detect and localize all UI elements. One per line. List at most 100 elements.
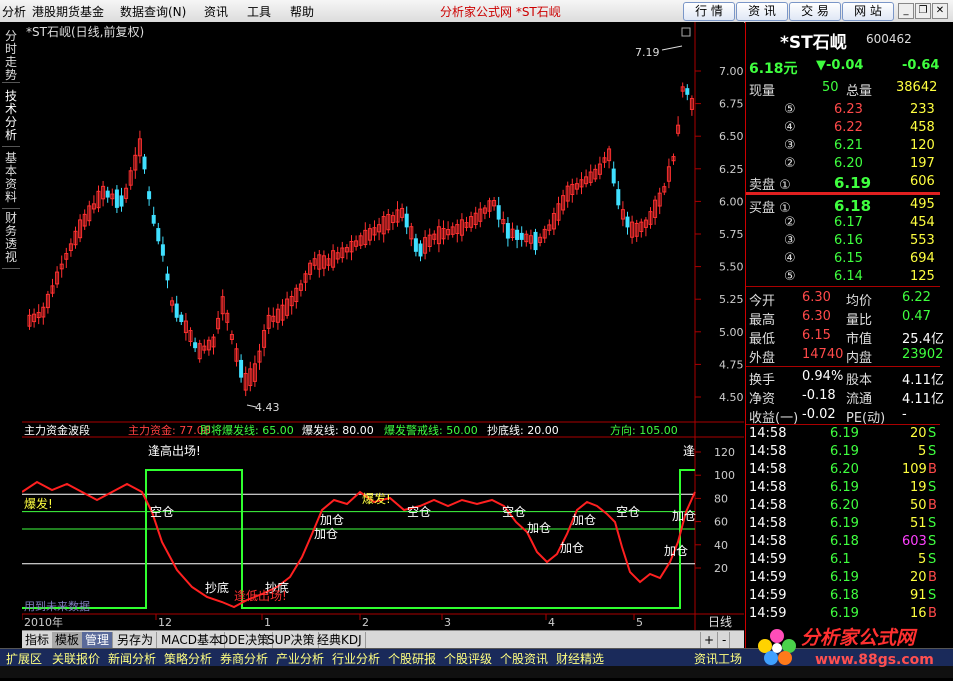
sell-row: ③ 6.21 120 (746, 138, 940, 156)
candle-body (193, 342, 198, 349)
sell-level-label: ③ (784, 138, 796, 153)
link-news-analysis[interactable]: 新闻分析 (108, 650, 156, 667)
link-sector[interactable]: 行业分析 (332, 650, 380, 667)
tab-sup[interactable]: SUP决策 (264, 632, 319, 648)
buy-price: 6.16 (834, 233, 863, 248)
sell-level-label: 卖盘 ① (749, 178, 791, 193)
stat2-value: 4.11亿 (902, 373, 944, 388)
stat-label: 量比 (846, 313, 873, 328)
link-finance-picks[interactable]: 财经精选 (556, 650, 604, 667)
buy-row: ③ 6.16 553 (746, 233, 940, 251)
stat2-row: 换手 0.94% 股本 4.11亿 (746, 369, 944, 388)
date-tick-label: 12 (158, 616, 172, 629)
candle-body (515, 229, 520, 240)
menu-item-help[interactable]: 帮助 (290, 3, 314, 20)
stock-code: 600462 (866, 32, 912, 46)
sell-level-label: ⑤ (784, 102, 796, 117)
zoom-in-button[interactable]: + (700, 632, 719, 648)
stat2-value: - (902, 407, 907, 422)
kline-chart[interactable]: 7.00 6.75 6.50 6.25 6.00 5.75 5.50 5.25 5.00 4.75… (21, 22, 744, 630)
minimize-icon[interactable]: _ (898, 3, 914, 19)
link-stock-news[interactable]: 个股资讯 (500, 650, 548, 667)
candle-body (616, 189, 621, 206)
quote-button[interactable]: 行 情 (683, 2, 735, 21)
tick-row: 14:59 6.18 91 S (746, 588, 940, 606)
window-title: 分析家公式网 *ST石岘 (440, 5, 561, 19)
tick-price: 6.18 (830, 588, 859, 603)
buy-volume: 454 (910, 215, 935, 230)
menu-item-analysis[interactable]: 分析 (2, 3, 26, 20)
menu-item-news[interactable]: 资讯 (204, 3, 228, 20)
link-extension[interactable]: 扩展区 (6, 650, 42, 667)
link-strategy[interactable]: 策略分析 (164, 650, 212, 667)
link-info-workshop[interactable]: 资讯工场 (694, 650, 742, 667)
buy-level-label: ④ (784, 251, 796, 266)
tab-financials[interactable]: 财务透视 (2, 212, 20, 269)
flower-logo-icon (758, 629, 796, 665)
tick-volume: 19 (910, 480, 927, 495)
book-divider (746, 192, 940, 195)
zoom-out-button[interactable]: - (719, 632, 731, 648)
sell-price: 6.23 (834, 102, 863, 117)
sell-volume: 233 (910, 102, 935, 117)
kline-chart-area[interactable]: 7.00 6.75 6.50 6.25 6.00 5.75 5.50 5.25 5.00 4.75… (21, 22, 744, 630)
stat-label: 市值 (846, 332, 873, 347)
menu-item-tools[interactable]: 工具 (247, 3, 271, 20)
news-button[interactable]: 资 讯 (736, 2, 788, 21)
chart-title: *ST石岘(日线,前复权) (26, 24, 144, 39)
tick-volume: 5 (918, 552, 927, 567)
tick-row: 14:58 6.18 603 S (746, 534, 940, 552)
link-industry-chain[interactable]: 产业分析 (276, 650, 324, 667)
tab-manage[interactable]: 管理 (82, 632, 114, 648)
buy-row: ⑤ 6.14 125 (746, 269, 940, 287)
tick-volume: 50 (910, 498, 927, 513)
tick-time: 14:59 (749, 588, 787, 603)
candle-body (160, 244, 165, 256)
link-research[interactable]: 个股研报 (388, 650, 436, 667)
sell-row: ⑤ 6.23 233 (746, 102, 940, 120)
sell-volume: 458 (910, 120, 935, 135)
website-button[interactable]: 网 站 (842, 2, 894, 21)
candle-body (404, 213, 409, 228)
link-rating[interactable]: 个股评级 (444, 650, 492, 667)
tab-save-as[interactable]: 另存为 (114, 632, 158, 648)
tab-kdj[interactable]: 经典KDJ (314, 632, 366, 648)
logo-url: www.88gs.com (815, 652, 934, 668)
stat2-label: 净资 (749, 392, 776, 407)
candle-body (611, 168, 616, 184)
candle-body (105, 190, 110, 198)
buy-volume: 553 (910, 233, 935, 248)
annotation-add-5: 加仓 (572, 513, 596, 527)
link-broker[interactable]: 券商分析 (220, 650, 268, 667)
tab-intraday[interactable]: 分时走势 (2, 30, 20, 83)
stat-value: 25.4亿 (902, 332, 944, 347)
price-tick-label: 4.50 (719, 391, 744, 404)
annotation-add-3: 加仓 (527, 521, 551, 535)
tab-fundamentals[interactable]: 基本资料 (2, 152, 20, 209)
tab-template[interactable]: 模板 (52, 632, 84, 648)
price-tick-label: 6.25 (719, 163, 744, 176)
menu-item-data-query[interactable]: 数据查询(N) (120, 3, 186, 20)
tab-technical[interactable]: 技术分析 (2, 90, 20, 147)
stat-row: 最高 6.30 量比 0.47 (746, 309, 940, 328)
candle-body (505, 223, 510, 239)
stat-label: 内盘 (846, 351, 873, 366)
annotation-burst-2: 爆发! (362, 491, 391, 506)
tab-indicator[interactable]: 指标 (22, 632, 54, 648)
trade-button[interactable]: 交 易 (789, 2, 841, 21)
stat-value: 6.30 (802, 290, 831, 305)
restore-icon[interactable]: ❐ (915, 3, 931, 19)
close-icon[interactable]: ✕ (932, 3, 948, 19)
menu-item-hk-futures[interactable]: 港股期货基金 (32, 3, 104, 20)
period-label[interactable]: 日线 (708, 615, 732, 629)
stat-value: 0.47 (902, 309, 931, 324)
link-related-quotes[interactable]: 关联报价 (52, 650, 100, 667)
indicator-tick-label: 40 (714, 539, 728, 552)
tab-macd[interactable]: MACD基本 (158, 632, 225, 648)
annotation-bottom-exit: 逢低出场! (234, 589, 287, 603)
annotation-add-4: 加仓 (560, 541, 584, 555)
sell-price: 6.22 (834, 120, 863, 135)
tick-volume: 51 (910, 516, 927, 531)
indicator-tick-label: 80 (714, 492, 728, 505)
stat2-value: -0.18 (802, 388, 836, 403)
